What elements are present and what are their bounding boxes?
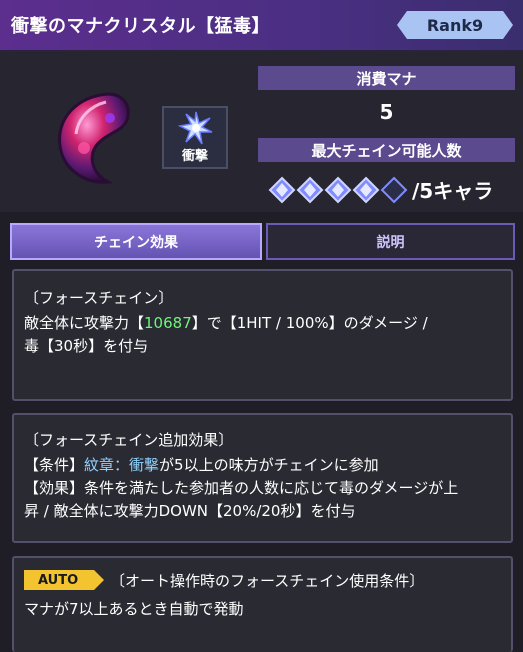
chain-gem-empty (380, 176, 408, 204)
mana-crystal-icon (58, 92, 130, 184)
title-bar: 衝撃のマナクリスタル【猛毒】 Rank9 (0, 0, 523, 52)
tab-bar: チェイン効果 説明 (10, 223, 515, 260)
mana-cost-label: 消費マナ (258, 66, 515, 90)
condition-text: が5以上の味方がチェインに参加 (159, 456, 379, 474)
impact-icon (178, 111, 213, 145)
additional-heading: 〔フォースチェイン追加効果〕 (24, 431, 234, 449)
effect-line2: 昇 / 敵全体に攻撃力DOWN【20%/20秒】を付与 (24, 502, 356, 520)
attribute-label: 衝撃 (181, 149, 208, 164)
effect-line1: 【効果】条件を満たした参加者の人数に応じて毒のダメージが上 (24, 479, 459, 497)
force-chain-line2: 毒【30秒】を付与 (24, 337, 149, 355)
force-chain-panel: 〔フォースチェイン〕 敵全体に攻撃力【10687】で【1HIT / 100%】の… (12, 269, 513, 401)
item-title: 衝撃のマナクリスタル【猛毒】 (11, 16, 270, 37)
emblem-condition: 紋章：衝撃 (84, 456, 160, 474)
auto-heading: 〔オート操作時のフォースチェイン使用条件〕 (110, 572, 425, 590)
auto-condition-panel: AUTO 〔オート操作時のフォースチェイン使用条件〕 マナが7以上あるとき自動で… (12, 556, 513, 652)
force-chain-line1: 敵全体に攻撃力【10687】で【1HIT / 100%】のダメージ / (24, 312, 428, 333)
mana-cost-value: 5 (379, 100, 394, 124)
auto-badge: AUTO (24, 570, 104, 590)
max-chain-suffix: /5キャラ (412, 179, 494, 203)
condition-line: 【条件】紋章：衝撃が5以上の味方がチェインに参加 (24, 454, 379, 475)
force-chain-heading: 〔フォースチェイン〕 (24, 289, 174, 307)
chain-count-gems (268, 176, 408, 204)
tab-chain-effect[interactable]: チェイン効果 (10, 223, 262, 260)
additional-effect-panel: 〔フォースチェイン追加効果〕 【条件】紋章：衝撃が5以上の味方がチェインに参加 … (12, 413, 513, 543)
auto-condition-text: マナが7以上あるとき自動で発動 (24, 600, 244, 618)
condition-prefix: 【条件】 (24, 456, 85, 474)
attack-value: 10687 (144, 314, 192, 332)
force-chain-text-a: 敵全体に攻撃力【 (24, 314, 145, 332)
tab-description[interactable]: 説明 (266, 223, 515, 260)
rank-badge: Rank9 (397, 11, 513, 39)
max-chain-label: 最大チェイン可能人数 (258, 138, 515, 162)
attribute-emblem: 衝撃 (162, 106, 228, 169)
force-chain-text-b: 】で【1HIT / 100%】のダメージ / (191, 314, 428, 332)
